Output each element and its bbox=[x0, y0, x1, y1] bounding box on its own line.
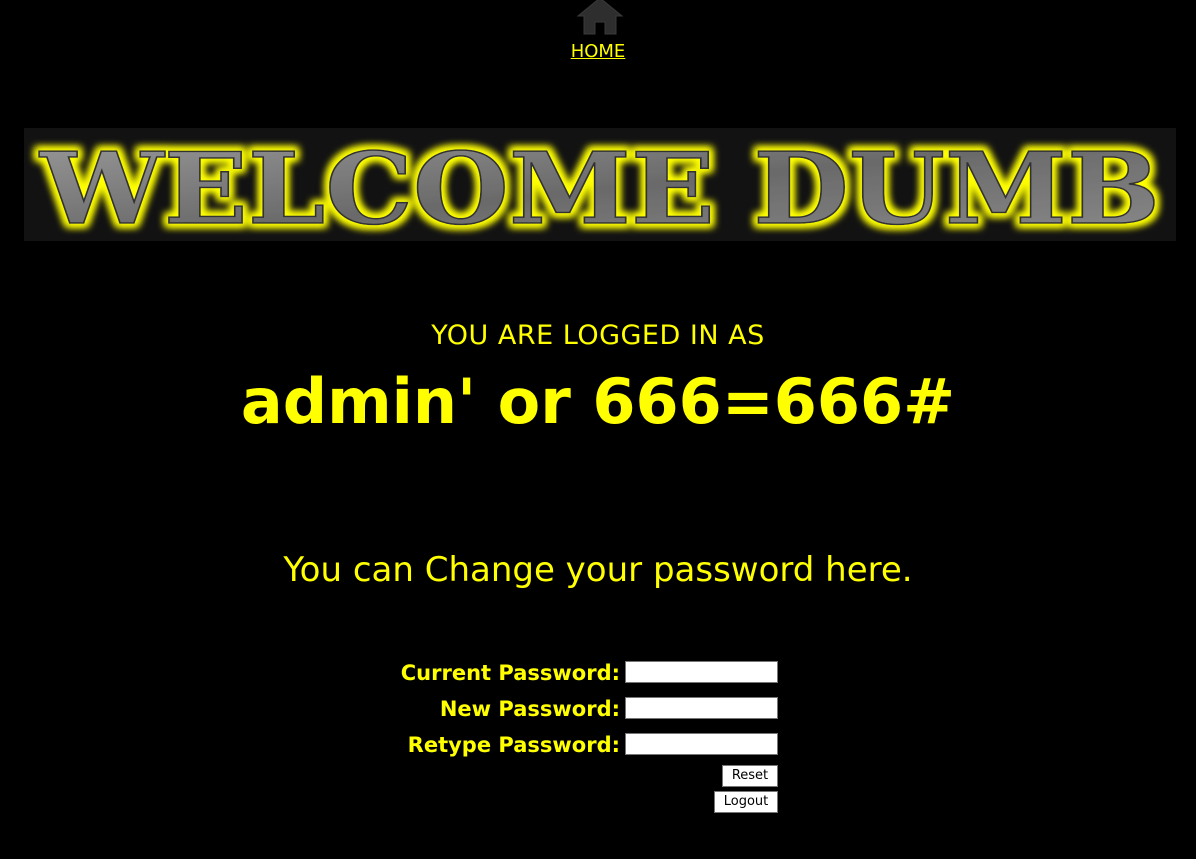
banner-text: WELCOME DUMB bbox=[39, 132, 1160, 241]
retype-password-row: Retype Password: bbox=[0, 732, 1196, 758]
retype-password-field[interactable] bbox=[625, 733, 778, 755]
current-password-row: Current Password: bbox=[0, 660, 1196, 686]
reset-button[interactable]: Reset bbox=[722, 765, 778, 787]
home-icon[interactable] bbox=[572, 0, 628, 36]
current-password-label: Current Password: bbox=[400, 661, 620, 685]
change-password-message: You can Change your password here. bbox=[283, 550, 913, 590]
new-password-row: New Password: bbox=[0, 696, 1196, 722]
home-link[interactable]: HOME bbox=[0, 40, 1196, 64]
new-password-field[interactable] bbox=[625, 697, 778, 719]
page: HOME WELCOME DUMB YOU ARE LOGGED IN AS a… bbox=[0, 0, 1196, 859]
new-password-label: New Password: bbox=[439, 697, 620, 721]
retype-password-label: Retype Password: bbox=[407, 733, 620, 757]
logout-button[interactable]: Logout bbox=[714, 791, 778, 813]
welcome-banner: WELCOME DUMB bbox=[24, 128, 1176, 241]
logged-in-label: YOU ARE LOGGED IN AS bbox=[431, 320, 765, 351]
username-display: admin' or 666=666# bbox=[240, 365, 956, 438]
current-password-field[interactable] bbox=[625, 661, 778, 683]
